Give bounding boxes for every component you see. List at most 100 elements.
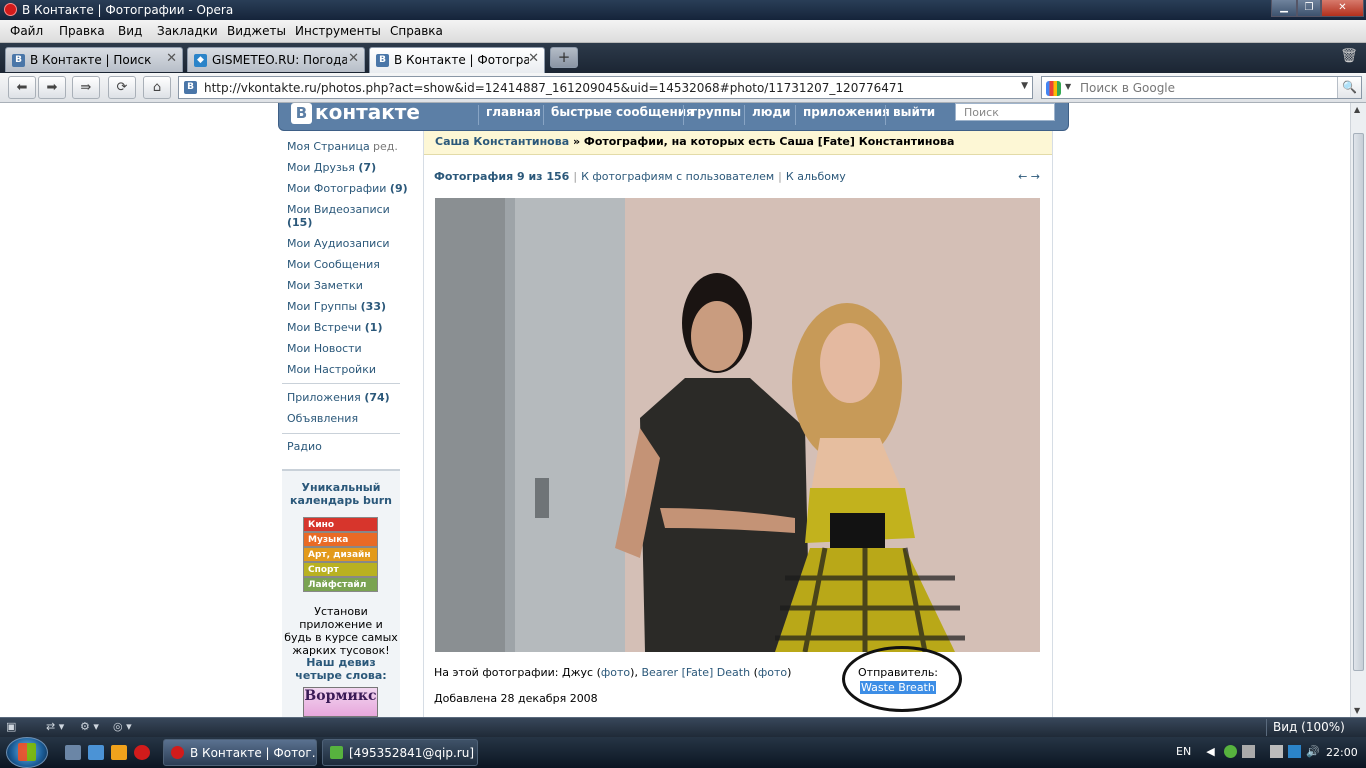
crumb-title: » Фотографии, на которых есть Саша [Fate… (572, 135, 955, 148)
zoom-control[interactable]: Вид (100%) (1266, 719, 1362, 736)
tag-person-link[interactable]: Bearer [Fate] Death (641, 666, 750, 679)
menu-my-photos[interactable]: Мои Фотографии (9) (287, 182, 408, 195)
panel-toggle-icon[interactable]: ▣ (6, 720, 16, 735)
prev-photo-arrow[interactable]: ← (1018, 170, 1027, 183)
menu-ads[interactable]: Объявления (287, 412, 358, 425)
close-tab-icon[interactable]: ✕ (348, 51, 359, 66)
start-button[interactable] (6, 737, 48, 768)
tab-vk-photos[interactable]: В В Контакте | Фотогра... ✕ (369, 47, 545, 73)
tray-icon[interactable] (1270, 745, 1283, 758)
tag-photo-link[interactable]: фото (601, 666, 630, 679)
back-button[interactable]: ⬅ (8, 76, 36, 99)
tab-label: В Контакте | Поиск (30, 53, 152, 67)
tag-photo-link[interactable]: фото (758, 666, 787, 679)
next-photo-arrow[interactable]: → (1031, 170, 1040, 183)
ad-title[interactable]: Уникальный календарь burn (290, 481, 392, 507)
menu-my-page[interactable]: Моя Страница ред. (287, 140, 398, 153)
tray-expand-icon[interactable]: ◀ (1204, 745, 1217, 758)
media-player-icon[interactable] (111, 745, 127, 760)
scroll-down-icon[interactable]: ▼ (1354, 706, 1360, 715)
crumb-user-link[interactable]: Саша Константинова (435, 135, 569, 148)
volume-icon[interactable]: 🔊 (1306, 745, 1320, 758)
home-button[interactable]: ⌂ (143, 76, 171, 99)
close-window-button[interactable]: ✕ (1321, 0, 1364, 17)
network-icon[interactable] (1288, 745, 1301, 758)
vertical-scrollbar[interactable]: ▲ ▼ (1350, 103, 1366, 717)
close-tab-icon[interactable]: ✕ (166, 51, 177, 66)
nav-logout[interactable]: выйти (885, 105, 935, 125)
scroll-up-icon[interactable]: ▲ (1354, 105, 1360, 114)
taskbar: В Контакте | Фотог... [495352841@qip.ru]… (0, 737, 1366, 768)
turbo-icon[interactable]: ◎ ▾ (113, 720, 132, 735)
show-desktop-icon[interactable] (65, 745, 81, 760)
menu-my-news[interactable]: Мои Новости (287, 342, 362, 355)
sync-icon[interactable]: ⇄ ▾ (46, 720, 64, 735)
reload-button[interactable]: ⟳ (108, 76, 136, 99)
menu-radio[interactable]: Радио (287, 440, 322, 453)
ad-stripe: Кино (303, 517, 378, 532)
menu-widgets[interactable]: Виджеты (227, 24, 286, 38)
task-qip[interactable]: [495352841@qip.ru] ... (322, 739, 478, 766)
switch-windows-icon[interactable] (88, 745, 104, 760)
menu-my-audio[interactable]: Мои Аудиозаписи (287, 237, 390, 250)
clock[interactable]: 22:00 (1326, 746, 1358, 759)
tab-gismeteo[interactable]: ◆ GISMETEO.RU: Погода... ✕ (187, 47, 365, 72)
menu-my-videos[interactable]: Мои Видеозаписи (15) (287, 203, 390, 229)
maximize-button[interactable]: ❐ (1297, 0, 1321, 17)
menu-tools[interactable]: Инструменты (295, 24, 381, 38)
ad-stripe: Арт, дизайн (303, 547, 378, 562)
language-indicator[interactable]: EN (1176, 745, 1191, 758)
menu-my-friends[interactable]: Мои Друзья (7) (287, 161, 376, 174)
address-dropdown-icon[interactable]: ▼ (1021, 81, 1028, 91)
menu-my-groups[interactable]: Мои Группы (33) (287, 300, 386, 313)
vk-search-input[interactable]: Поиск (955, 103, 1055, 121)
nav-quick-messages[interactable]: быстрые сообщения (543, 105, 694, 125)
link-user-photos[interactable]: К фотографиям с пользователем (581, 170, 774, 183)
ad-stripe: Лайфстайл (303, 577, 378, 592)
vk-favicon: В (376, 54, 389, 67)
opera-quicklaunch-icon[interactable] (134, 745, 150, 760)
qip-tray-icon[interactable] (1224, 745, 1237, 758)
menu-help[interactable]: Справка (390, 24, 443, 38)
status-bar: ▣ ⇄ ▾ ⚙ ▾ ◎ ▾ Вид (100%) (0, 717, 1366, 737)
menu-my-settings[interactable]: Мои Настройки (287, 363, 376, 376)
new-tab-button[interactable]: + (550, 47, 578, 68)
menu-file[interactable]: Файл (10, 24, 43, 38)
menu-my-messages[interactable]: Мои Сообщения (287, 258, 380, 271)
url-text[interactable]: http://vkontakte.ru/photos.php?act=show&… (204, 81, 904, 95)
unite-icon[interactable]: ⚙ ▾ (80, 720, 99, 735)
google-icon[interactable] (1046, 81, 1061, 96)
menu-view[interactable]: Вид (118, 24, 142, 38)
menu-my-events[interactable]: Мои Встречи (1) (287, 321, 383, 334)
menu-bookmarks[interactable]: Закладки (157, 24, 218, 38)
edit-link[interactable]: ред. (373, 140, 398, 153)
link-album[interactable]: К альбому (786, 170, 846, 183)
task-opera[interactable]: В Контакте | Фотог... (163, 739, 317, 766)
nav-people[interactable]: люди (744, 105, 791, 125)
search-box[interactable]: ▼ Поиск в Google 🔍 (1041, 76, 1362, 99)
chevron-down-icon[interactable]: ▼ (1065, 82, 1071, 91)
close-tab-icon[interactable]: ✕ (528, 51, 539, 66)
search-placeholder[interactable]: Поиск в Google (1080, 81, 1175, 95)
nav-home[interactable]: главная (478, 105, 541, 125)
fast-forward-button[interactable]: ⇛ (72, 76, 100, 99)
menu-applications[interactable]: Приложения (74) (287, 391, 390, 404)
navigation-bar: ⬅ ➡ ⇛ ⟳ ⌂ В http://vkontakte.ru/photos.p… (0, 73, 1366, 103)
gismeteo-favicon: ◆ (194, 54, 207, 67)
main-photo[interactable] (435, 198, 1040, 652)
forward-button[interactable]: ➡ (38, 76, 66, 99)
minimize-button[interactable]: ▁ (1271, 0, 1297, 17)
nav-groups[interactable]: группы (683, 105, 741, 125)
scroll-thumb[interactable] (1353, 133, 1364, 671)
nav-applications[interactable]: приложения (795, 105, 890, 125)
menu-my-notes[interactable]: Мои Заметки (287, 279, 363, 292)
ad2-image[interactable]: Вормикс (303, 687, 378, 717)
tab-vk-search[interactable]: В В Контакте | Поиск ✕ (5, 47, 183, 72)
menu-edit[interactable]: Правка (59, 24, 105, 38)
vk-logo[interactable]: Bконтакте (291, 103, 420, 124)
tray-icon[interactable] (1242, 745, 1255, 758)
trash-icon[interactable]: 🗑 (1340, 48, 1358, 68)
address-bar[interactable]: В http://vkontakte.ru/photos.php?act=sho… (178, 76, 1033, 99)
search-icon[interactable]: 🔍 (1337, 77, 1361, 98)
ad2-title[interactable]: Наш девиз четыре слова: (282, 656, 400, 682)
